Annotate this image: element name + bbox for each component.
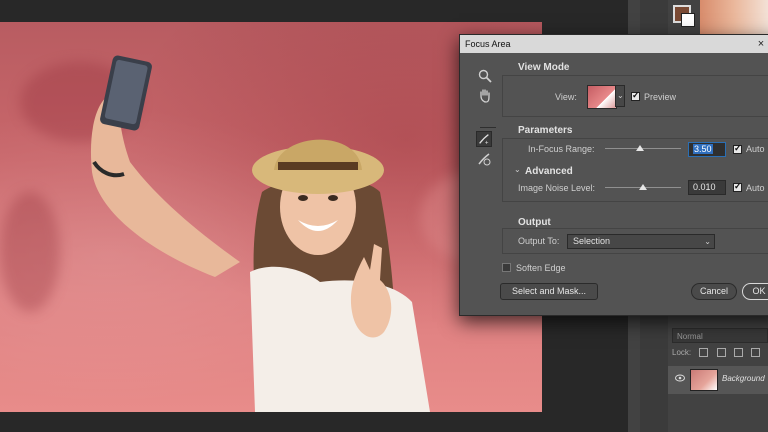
focus-area-subtract-tool-icon[interactable] [476,151,492,167]
lock-row: Lock: [672,348,768,362]
layer-thumbnail [690,369,718,391]
in-focus-range-field[interactable]: 3.50 [688,142,726,157]
cancel-button[interactable]: Cancel [691,283,737,300]
output-to-label: Output To: [518,236,560,246]
soften-edge-checkbox[interactable] [502,263,511,272]
dialog-title: Focus Area [465,39,511,49]
chevron-down-icon: ⌄ [617,91,624,100]
output-to-value: Selection [573,236,611,246]
visibility-eye-icon[interactable] [675,374,685,382]
dialog-titlebar[interactable]: Focus Area × [460,35,768,53]
lock-all-icon[interactable] [751,348,761,358]
image-noise-level-field[interactable]: 0.010 [688,180,726,195]
view-mode-dropdown[interactable]: ⌄ [615,85,625,107]
lock-transparent-icon[interactable] [699,348,709,358]
select-and-mask-button[interactable]: Select and Mask... [500,283,598,300]
focus-area-dialog: Focus Area × + View Mode View: ⌄ Preview… [459,34,768,316]
lock-label: Lock: [672,348,692,357]
in-focus-range-label: In-Focus Range: [528,144,595,154]
parameters-heading: Parameters [518,125,573,136]
noise-auto-checkbox[interactable] [733,181,742,192]
tool-separator [480,127,496,128]
layer-name[interactable]: Background [722,374,765,383]
blend-mode-select[interactable]: Normal [672,328,768,343]
soften-edge-label: Soften Edge [516,263,566,273]
in-focus-range-slider-thumb[interactable] [636,145,644,151]
view-mode-heading: View Mode [518,62,570,73]
output-heading: Output [518,217,551,228]
ok-button[interactable]: OK [742,283,768,300]
advanced-heading: Advanced [525,166,573,177]
hand-tool-icon[interactable] [477,87,493,103]
output-to-select[interactable]: Selection ⌄ [567,234,715,249]
noise-auto-label: Auto [746,183,765,193]
close-icon[interactable]: × [754,35,768,53]
in-focus-auto-checkbox[interactable] [733,143,742,154]
view-label: View: [555,92,577,102]
advanced-twisty-icon[interactable]: ⌄ [514,165,521,174]
image-noise-level-label: Image Noise Level: [518,183,596,193]
view-mode-thumbnail[interactable] [587,85,617,109]
preview-checkbox[interactable] [631,90,640,101]
focus-area-add-tool-icon[interactable]: + [476,131,492,147]
in-focus-auto-label: Auto [746,144,765,154]
lock-position-icon[interactable] [733,348,743,358]
lock-pixels-icon[interactable] [716,348,726,358]
svg-text:+: + [485,139,489,146]
preview-label: Preview [644,92,677,102]
background-color-swatch[interactable] [681,13,695,27]
zoom-tool-icon[interactable] [477,68,493,84]
chevron-down-icon: ⌄ [704,237,711,246]
image-noise-level-slider-thumb[interactable] [639,184,647,190]
